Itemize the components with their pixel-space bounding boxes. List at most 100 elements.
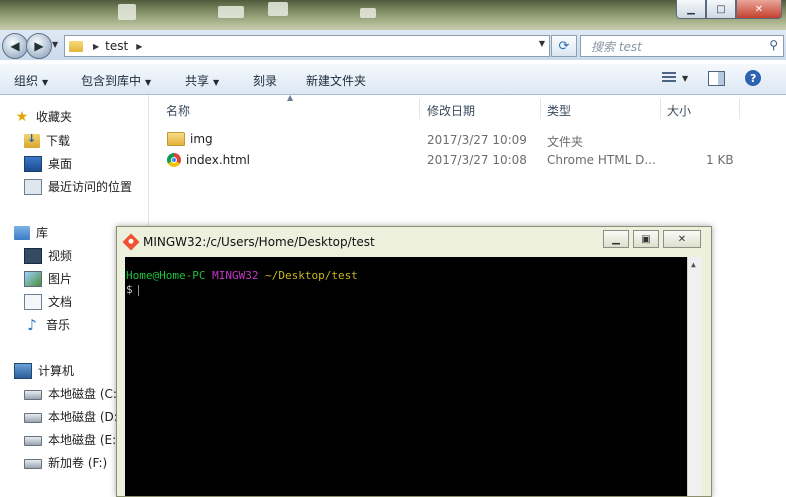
chevron-right-icon[interactable]: ▶ — [93, 42, 99, 51]
address-bar[interactable]: ▶ test ▶ ▼ — [64, 35, 550, 57]
sidebar-item-label: 图片 — [48, 272, 73, 286]
sidebar-item-drive-f[interactable]: 新加卷 (F:) — [24, 454, 107, 471]
pictures-icon — [24, 270, 42, 287]
library-icon — [14, 225, 30, 240]
scroll-up-icon[interactable]: ▲ — [691, 258, 696, 272]
breadcrumb-test[interactable]: test — [105, 39, 128, 53]
file-row-img[interactable]: img — [167, 130, 417, 148]
documents-icon — [24, 293, 42, 310]
prompt-env: MINGW32 — [212, 269, 259, 282]
file-name: index.html — [186, 153, 250, 167]
terminal-prompt-line: Home@Home-PC MINGW32 ~/Desktop/test — [126, 269, 358, 283]
sidebar-item-downloads[interactable]: 下载 — [24, 132, 70, 149]
view-dropdown-icon[interactable]: ▼ — [682, 74, 688, 83]
sidebar-item-recent-places[interactable]: 最近访问的位置 — [24, 178, 132, 195]
share-label: 共享 — [185, 74, 210, 88]
sidebar-item-drive-d[interactable]: 本地磁盘 (D:) — [24, 408, 122, 425]
terminal-scrollbar[interactable]: ▲ — [687, 257, 702, 496]
sidebar-item-label: 最近访问的位置 — [48, 180, 133, 194]
forward-button[interactable]: ▶ — [26, 33, 52, 59]
sort-ascending-icon: ▲ — [287, 93, 294, 102]
text-cursor — [137, 284, 139, 296]
column-divider[interactable] — [739, 99, 740, 119]
sidebar-item-drive-e[interactable]: 本地磁盘 (E:) — [24, 431, 121, 448]
include-in-library-label: 包含到库中 — [81, 74, 142, 88]
include-in-library-menu[interactable]: 包含到库中 ▼ — [81, 72, 151, 89]
close-icon: ✕ — [677, 233, 687, 245]
new-folder-button[interactable]: 新建文件夹 — [306, 72, 366, 89]
dropdown-arrow-icon: ▼ — [145, 78, 152, 87]
search-input[interactable]: 搜索 test ⚲ — [580, 35, 784, 57]
drive-icon — [24, 390, 42, 400]
sidebar-computer[interactable]: 计算机 — [14, 362, 74, 379]
chevron-right-icon[interactable]: ▶ — [136, 42, 142, 51]
column-header-modified[interactable]: 修改日期 — [427, 102, 475, 119]
star-icon: ★ — [15, 108, 29, 125]
preview-pane-icon[interactable] — [708, 70, 726, 86]
sidebar-item-drive-c[interactable]: 本地磁盘 (C:) — [24, 385, 122, 402]
maximize-icon: ▣ — [641, 233, 651, 245]
drive-icon — [24, 459, 42, 469]
recent-pages-dropdown-icon[interactable]: ▼ — [52, 40, 58, 49]
prompt-path: ~/Desktop/test — [265, 269, 358, 282]
sidebar-item-desktop[interactable]: 桌面 — [24, 155, 72, 172]
sidebar-item-label: 下载 — [46, 134, 71, 148]
address-dropdown-icon[interactable]: ▼ — [539, 39, 545, 48]
column-header-name[interactable]: 名称 — [166, 102, 190, 119]
sidebar-item-videos[interactable]: 视频 — [24, 247, 72, 264]
file-name: img — [190, 132, 213, 146]
command-bar: 组织 ▼ 包含到库中 ▼ 共享 ▼ 刻录 新建文件夹 ▼ ? — [0, 64, 786, 95]
search-icon[interactable]: ⚲ — [769, 38, 778, 52]
sidebar-item-label: 本地磁盘 (E:) — [48, 433, 121, 447]
column-header-type[interactable]: 类型 — [547, 102, 571, 119]
terminal-input-line[interactable]: $ — [126, 283, 139, 297]
back-arrow-icon: ◀ — [10, 39, 20, 53]
mingw-terminal-window[interactable]: MINGW32:/c/Users/Home/Desktop/test ▁ ▣ ✕… — [116, 226, 712, 497]
minimize-button[interactable]: ▁ — [676, 0, 706, 19]
file-modified: 2017/3/27 10:08 — [427, 153, 527, 167]
explorer-title-bar: ▁ □ ✕ — [0, 0, 786, 30]
organize-menu[interactable]: 组织 ▼ — [14, 72, 48, 89]
file-row-index-html[interactable]: index.html — [167, 151, 417, 169]
column-divider[interactable] — [660, 99, 661, 119]
close-button[interactable]: ✕ — [736, 0, 782, 19]
terminal-minimize-button[interactable]: ▁ — [603, 230, 629, 248]
folder-icon — [69, 40, 83, 52]
maximize-button[interactable]: □ — [706, 0, 736, 19]
drive-icon — [24, 436, 42, 446]
sidebar-favorites[interactable]: ★ 收藏夹 — [14, 108, 72, 125]
git-icon — [122, 233, 140, 251]
window-controls: ▁ □ ✕ — [676, 0, 782, 20]
sidebar-item-music[interactable]: ♪ 音乐 — [24, 316, 70, 333]
file-size: 1 KB — [706, 153, 734, 167]
sidebar-item-label: 音乐 — [46, 318, 71, 332]
refresh-button[interactable]: ⟳ — [551, 35, 577, 57]
refresh-icon: ⟳ — [558, 38, 570, 54]
sidebar-item-label: 桌面 — [48, 157, 73, 171]
share-menu[interactable]: 共享 ▼ — [185, 72, 219, 89]
organize-label: 组织 — [14, 74, 39, 88]
prompt-symbol: $ — [126, 283, 133, 296]
terminal-output[interactable]: Home@Home-PC MINGW32 ~/Desktop/test $ ▲ — [125, 257, 702, 496]
burn-button[interactable]: 刻录 — [253, 72, 277, 89]
sidebar-libraries[interactable]: 库 — [14, 224, 48, 241]
column-divider[interactable] — [540, 99, 541, 119]
search-placeholder: 搜索 test — [591, 39, 642, 54]
chrome-icon — [167, 153, 181, 167]
prompt-user: Home@Home-PC — [126, 269, 206, 282]
terminal-close-button[interactable]: ✕ — [663, 230, 701, 248]
back-button[interactable]: ◀ — [2, 33, 28, 59]
sidebar-item-pictures[interactable]: 图片 — [24, 270, 72, 287]
sidebar-item-label: 计算机 — [38, 364, 75, 378]
column-header-size[interactable]: 大小 — [667, 102, 691, 119]
terminal-maximize-button[interactable]: ▣ — [633, 230, 659, 248]
background-blur — [268, 2, 288, 16]
sidebar-item-label: 本地磁盘 (C:) — [48, 387, 122, 401]
sidebar-item-documents[interactable]: 文档 — [24, 293, 72, 310]
change-view-icon[interactable] — [662, 72, 676, 84]
sidebar-item-label: 收藏夹 — [36, 110, 73, 124]
column-divider[interactable] — [419, 99, 420, 119]
help-icon[interactable]: ? — [745, 70, 762, 86]
sidebar-item-label: 文档 — [48, 295, 73, 309]
forward-arrow-icon: ▶ — [34, 39, 44, 53]
